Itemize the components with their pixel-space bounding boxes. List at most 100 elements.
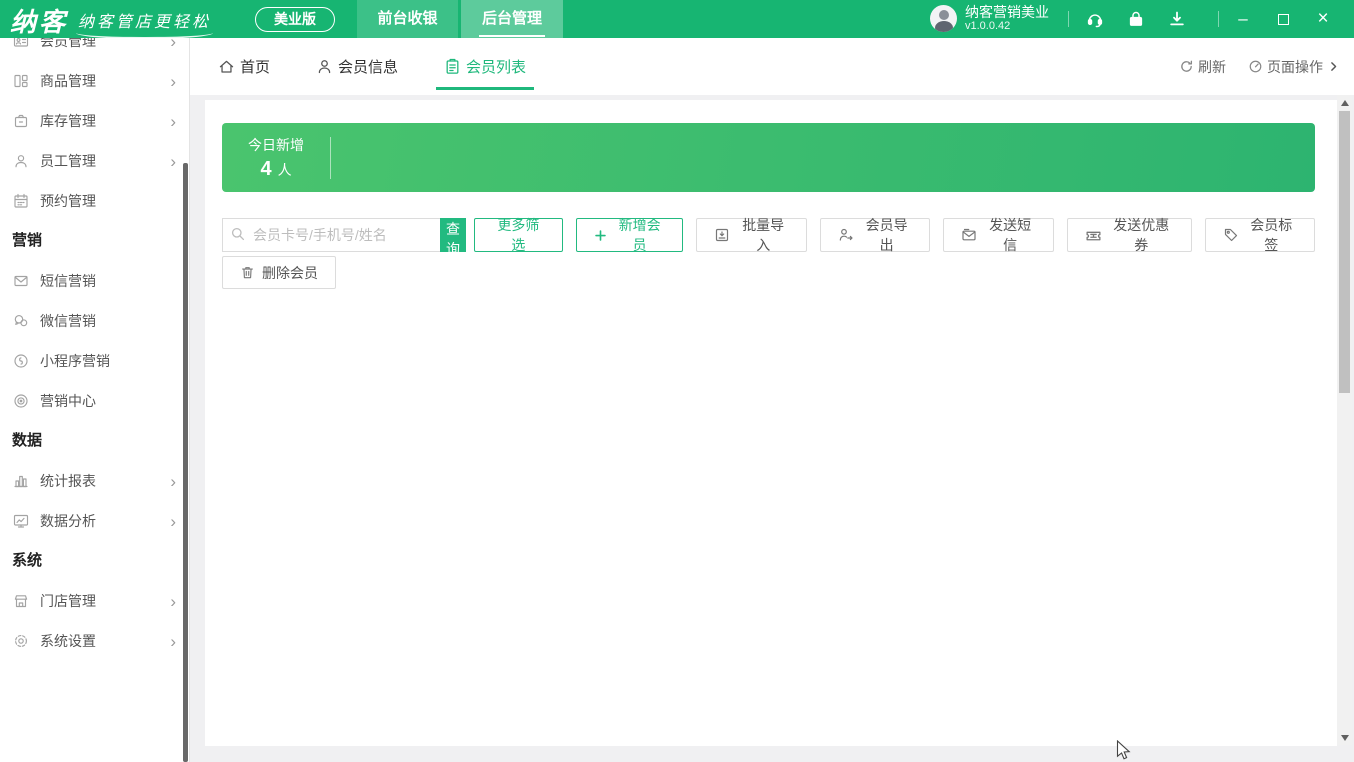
page-operations-label: 页面操作 bbox=[1267, 58, 1323, 75]
nav-tab-front-desk[interactable]: 前台收银 bbox=[357, 0, 458, 38]
chevron-right-icon: › bbox=[170, 38, 176, 51]
batch-import-label: 批量导入 bbox=[742, 217, 785, 253]
user-account[interactable]: 纳客营销美业 v1.0.0.42 bbox=[930, 5, 1049, 32]
sidebar-item-1[interactable]: 商品管理 › bbox=[0, 61, 189, 101]
tab-member-info[interactable]: 会员信息 bbox=[316, 38, 398, 95]
export-icon bbox=[838, 227, 854, 243]
sidebar-item-15[interactable]: 系统设置 › bbox=[0, 621, 189, 661]
chevron-right-icon: › bbox=[170, 71, 176, 91]
support-headset-icon[interactable] bbox=[1086, 10, 1104, 28]
lock-icon[interactable] bbox=[1127, 10, 1145, 28]
divider bbox=[330, 136, 331, 179]
sms-icon bbox=[12, 272, 30, 290]
scroll-down-button[interactable] bbox=[1337, 730, 1352, 745]
sidebar-item-label: 系统设置 bbox=[40, 633, 96, 649]
sidebar-item-14[interactable]: 门店管理 › bbox=[0, 581, 189, 621]
refresh-button[interactable]: 刷新 bbox=[1179, 57, 1226, 77]
tab-label: 会员信息 bbox=[338, 59, 399, 76]
avatar bbox=[930, 5, 957, 32]
wechat-icon bbox=[12, 312, 30, 330]
download-icon[interactable] bbox=[1168, 10, 1186, 28]
sidebar-item-0[interactable]: 会员管理 › bbox=[0, 38, 189, 61]
sidebar-item-8[interactable]: 小程序营销 bbox=[0, 341, 189, 381]
sidebar-item-11[interactable]: 统计报表 › bbox=[0, 461, 189, 501]
delete-member-label: 删除会员 bbox=[262, 264, 318, 281]
list-icon bbox=[444, 58, 461, 75]
search-icon bbox=[230, 226, 246, 247]
send-coupon-button[interactable]: 发送优惠券 bbox=[1066, 217, 1192, 253]
sidebar-item-2[interactable]: 库存管理 › bbox=[0, 101, 189, 141]
maximize-button[interactable] bbox=[1266, 0, 1300, 38]
sidebar-item-7[interactable]: 微信营销 bbox=[0, 301, 189, 341]
tag-icon bbox=[1223, 227, 1239, 243]
content-panel: 今日新增 4人 查询 更多筛选 新增会员 批量导入 bbox=[205, 100, 1337, 746]
sidebar-item-3[interactable]: 员工管理 › bbox=[0, 141, 189, 181]
add-member-button[interactable]: 新增会员 bbox=[575, 217, 684, 253]
app-version: v1.0.0.42 bbox=[965, 20, 1011, 32]
minimize-button[interactable]: – bbox=[1226, 0, 1260, 38]
sidebar-item-12[interactable]: 数据分析 › bbox=[0, 501, 189, 541]
refresh-label: 刷新 bbox=[1198, 58, 1226, 75]
refresh-icon bbox=[1179, 59, 1194, 74]
close-button[interactable]: × bbox=[1306, 0, 1340, 38]
sidebar-item-9[interactable]: 营销中心 bbox=[0, 381, 189, 421]
sidebar-section: 数据 bbox=[12, 432, 43, 449]
chevron-right-icon bbox=[1327, 60, 1340, 73]
goods-icon bbox=[12, 72, 30, 90]
chevron-right-icon: › bbox=[170, 471, 176, 491]
member-tag-button[interactable]: 会员标签 bbox=[1204, 217, 1316, 253]
nav-tab-back-office[interactable]: 后台管理 bbox=[461, 0, 563, 44]
tab-home[interactable]: 首页 bbox=[218, 38, 270, 95]
page-operations-icon bbox=[1248, 59, 1263, 74]
sidebar-item-label: 库存管理 bbox=[40, 113, 96, 129]
sidebar-item-label: 会员管理 bbox=[40, 38, 96, 49]
content-scrollbar[interactable] bbox=[1337, 95, 1352, 745]
export-member-button[interactable]: 会员导出 bbox=[819, 217, 931, 253]
plus-icon bbox=[594, 229, 607, 242]
sidebar-scrollbar[interactable] bbox=[183, 163, 188, 762]
page-operations-button[interactable]: 页面操作 bbox=[1248, 57, 1340, 77]
stat-card-unit: 人 bbox=[277, 161, 292, 178]
sidebar: 会员管理 › 商品管理 › 库存管理 › 员工管理 › 预约管理 营销 短信营销 微信营销 小程序营销营… bbox=[0, 38, 190, 762]
user-name: 纳客营销美业 bbox=[965, 4, 1049, 20]
more-filter-button[interactable]: 更多筛选 bbox=[474, 217, 563, 253]
tab-member-list[interactable]: 会员列表 bbox=[436, 38, 535, 95]
sidebar-item-label: 微信营销 bbox=[40, 313, 96, 329]
export-member-label: 会员导出 bbox=[865, 217, 908, 253]
sidebar-item-label: 小程序营销 bbox=[40, 353, 110, 369]
tab-bar: 首页 会员信息 会员列表 刷新 页面操作 bbox=[190, 38, 1354, 95]
sidebar-item-label: 员工管理 bbox=[40, 153, 96, 169]
miniprogram-icon bbox=[12, 352, 30, 370]
toolbar-row-2: 删除会员 bbox=[222, 256, 1320, 289]
sidebar-item-label: 短信营销 bbox=[40, 273, 96, 289]
delete-member-button[interactable]: 删除会员 bbox=[222, 256, 336, 289]
chevron-right-icon: › bbox=[170, 511, 176, 531]
settings-icon bbox=[12, 632, 30, 650]
search-button[interactable]: 查询 bbox=[440, 218, 466, 257]
chevron-right-icon: › bbox=[170, 111, 176, 131]
search-input[interactable] bbox=[222, 218, 440, 252]
batch-import-button[interactable]: 批量导入 bbox=[696, 217, 807, 253]
sidebar-item-label: 预约管理 bbox=[40, 193, 96, 209]
sidebar-item-label: 商品管理 bbox=[40, 73, 96, 89]
sidebar-item-label: 门店管理 bbox=[40, 593, 96, 609]
sidebar-item-label: 统计报表 bbox=[40, 473, 96, 489]
more-filter-label: 更多筛选 bbox=[497, 217, 540, 253]
topbar: 纳客 纳客管店更轻松 美业版 前台收银 后台管理 纳客营销美业 v1.0.0.4… bbox=[0, 0, 1354, 44]
store-icon bbox=[12, 592, 30, 610]
sidebar-section: 系统 bbox=[12, 552, 43, 569]
edition-button[interactable]: 美业版 bbox=[255, 7, 335, 32]
marketing-center-icon bbox=[12, 392, 30, 410]
sidebar-menu: 会员管理 › 商品管理 › 库存管理 › 员工管理 › 预约管理 营销 短信营销 微信营销 小程序营销营… bbox=[0, 38, 189, 661]
stat-card-0: 今日新增 4 人 bbox=[222, 123, 1315, 192]
sidebar-item-6[interactable]: 短信营销 bbox=[0, 261, 189, 301]
page-actions: 刷新 页面操作 bbox=[1179, 38, 1340, 95]
scrollbar-thumb[interactable] bbox=[1339, 111, 1350, 393]
import-icon bbox=[714, 227, 730, 243]
send-sms-label: 发送短信 bbox=[989, 217, 1032, 253]
sidebar-item-4[interactable]: 预约管理 bbox=[0, 181, 189, 221]
send-sms-button[interactable]: 发送短信 bbox=[943, 217, 1054, 253]
report-icon bbox=[12, 472, 30, 490]
home-icon bbox=[218, 58, 235, 75]
scroll-up-button[interactable] bbox=[1337, 95, 1352, 110]
